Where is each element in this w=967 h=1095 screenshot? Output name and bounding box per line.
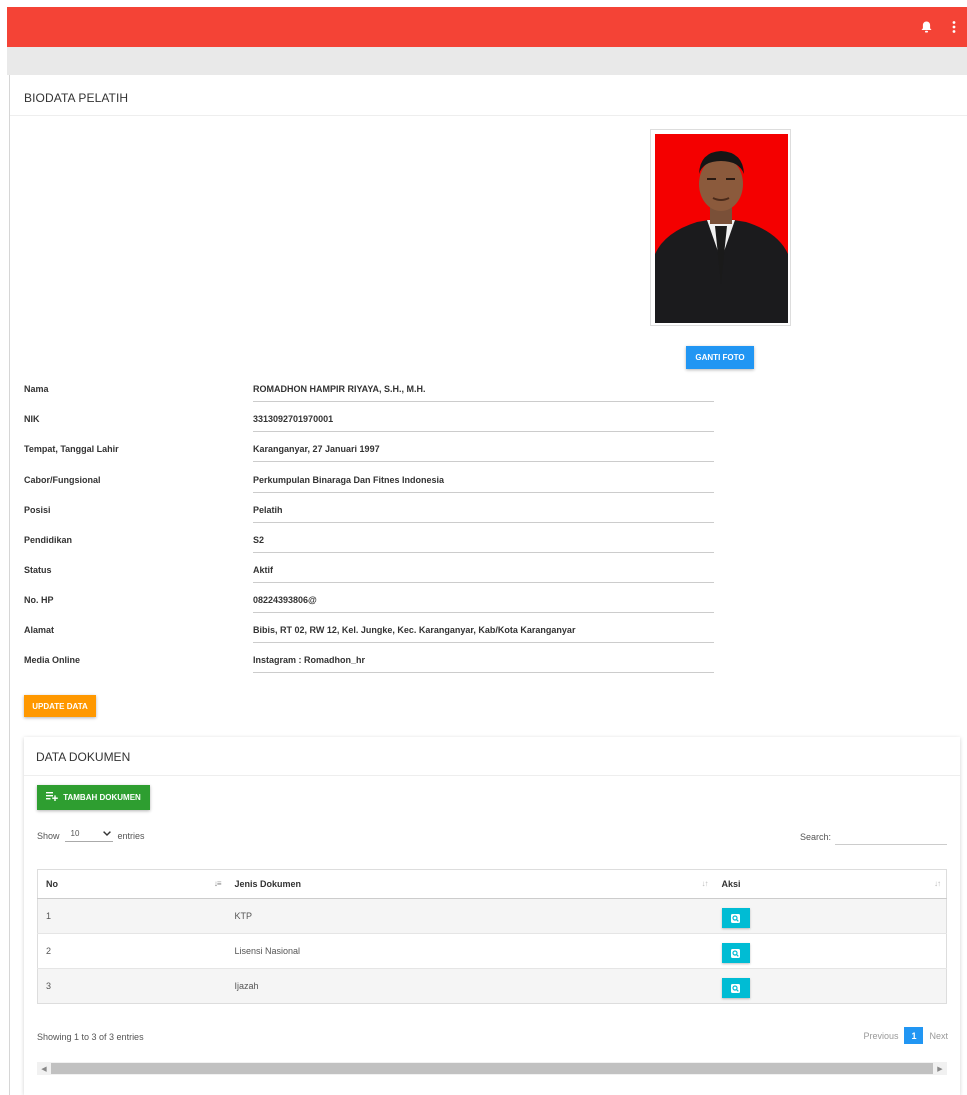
page-title: BIODATA PELATIH [10,75,967,116]
documents-title: DATA DOKUMEN [24,737,960,776]
scroll-left-icon[interactable]: ◀ [37,1065,51,1073]
biodata-card: BIODATA PELATIH GANTI FOTO Nama ROMADHON… [9,75,967,1095]
search-icon [731,948,740,958]
view-document-button[interactable] [721,978,750,998]
view-document-button[interactable] [721,943,750,963]
field-label: NIK [24,414,40,424]
field-value: 08224393806@ [253,595,714,613]
field-value: Instagram : Romadhon_hr [253,655,714,673]
scroll-right-icon[interactable]: ▶ [933,1065,947,1073]
previous-page-button[interactable]: Previous [863,1031,898,1041]
field-tempat-tanggal-lahir: Tempat, Tanggal Lahir Karanganyar, 27 Ja… [24,444,714,474]
show-label: Show [37,830,60,841]
field-cabor: Cabor/Fungsional Perkumpulan Binaraga Da… [24,475,714,505]
more-vert-icon[interactable] [947,17,961,37]
field-label: Alamat [24,625,55,635]
field-no-hp: No. HP 08224393806@ [24,595,714,625]
playlist-add-icon [46,792,58,803]
field-label: Pendidikan [24,535,73,545]
view-document-button[interactable] [721,908,750,928]
chevron-down-icon [102,829,111,838]
table-row: 2 Lisensi Nasional [37,933,947,969]
table-row: 1 KTP [37,898,947,934]
add-document-label: TAMBAH DOKUMEN [63,793,141,802]
field-value: Pelatih [253,505,714,523]
field-label: Nama [24,384,49,394]
sort-asc-icon: ↓≡ [213,879,222,888]
entries-label: entries [117,830,145,841]
horizontal-scrollbar[interactable]: ◀ ▶ [37,1062,947,1075]
next-page-button[interactable]: Next [929,1031,948,1041]
search-control: Search: [800,829,947,845]
field-nama: Nama ROMADHON HAMPIR RIYAYA, S.H., M.H. [24,384,714,414]
update-data-button[interactable]: UPDATE DATA [24,695,96,717]
field-label: Posisi [24,505,51,515]
field-label: Status [24,565,52,575]
sort-icon: ↓↑ [934,879,941,888]
field-nik: NIK 3313092701970001 [24,414,714,444]
current-page-button[interactable]: 1 [904,1027,924,1044]
field-label: Tempat, Tanggal Lahir [24,444,119,454]
field-alamat: Alamat Bibis, RT 02, RW 12, Kel. Jungke,… [24,625,714,655]
profile-photo [655,134,788,323]
search-icon [731,913,740,923]
search-label: Search: [799,832,831,842]
change-photo-button[interactable]: GANTI FOTO [686,346,754,369]
cell-jenis-dokumen: Lisensi Nasional [226,933,714,969]
cell-no: 1 [37,898,227,934]
page-length-value: 10 [70,829,80,838]
field-posisi: Posisi Pelatih [24,505,714,535]
field-value: Karanganyar, 27 Januari 1997 [253,444,714,462]
field-label: Media Online [24,655,81,665]
cell-jenis-dokumen: Ijazah [226,968,714,1004]
field-media-online: Media Online Instagram : Romadhon_hr [24,655,714,685]
field-value: 3313092701970001 [253,414,714,432]
search-input[interactable] [835,829,947,845]
column-header-no[interactable]: No ↓≡ [37,869,227,899]
column-header-aksi[interactable]: Aksi ↓↑ [713,869,947,899]
cell-jenis-dokumen: KTP [226,898,714,934]
field-status: Status Aktif [24,565,714,595]
field-value: ROMADHON HAMPIR RIYAYA, S.H., M.H. [253,384,714,402]
field-label: Cabor/Fungsional [24,475,101,485]
scrollbar-thumb[interactable] [51,1063,933,1074]
cell-no: 2 [37,933,227,969]
bell-icon[interactable] [919,17,933,37]
pagination: Previous 1 Next [863,1027,948,1044]
cell-no: 3 [37,968,227,1004]
top-navbar [7,7,967,47]
field-label: No. HP [24,595,54,605]
add-document-button[interactable]: TAMBAH DOKUMEN [37,785,150,810]
cell-aksi [713,898,947,934]
documents-table: No ↓≡ Jenis Dokumen ↓↑ Aksi ↓↑ 1 KTP 2 L… [37,869,947,1004]
column-header-jenis-dokumen[interactable]: Jenis Dokumen ↓↑ [226,869,714,899]
table-info: Showing 1 to 3 of 3 entries [37,1032,144,1042]
table-row: 3 Ijazah [37,968,947,1004]
profile-photo-frame [650,129,791,326]
sort-icon: ↓↑ [701,879,709,888]
field-value: Perkumpulan Binaraga Dan Fitnes Indonesi… [253,475,714,493]
field-pendidikan: Pendidikan S2 [24,535,714,565]
field-value: Aktif [253,565,714,583]
search-icon [731,983,740,993]
field-value: S2 [253,535,714,553]
cell-aksi [713,933,947,969]
table-header-row: No ↓≡ Jenis Dokumen ↓↑ Aksi ↓↑ [37,869,947,899]
documents-card: DATA DOKUMEN TAMBAH DOKUMEN Show 10 entr… [24,737,960,1095]
page-length-control: Show 10 entries [37,829,145,842]
page-length-select[interactable]: 10 [64,829,113,842]
field-value: Bibis, RT 02, RW 12, Kel. Jungke, Kec. K… [253,625,714,643]
sub-header-bar [7,47,967,75]
cell-aksi [713,968,947,1004]
